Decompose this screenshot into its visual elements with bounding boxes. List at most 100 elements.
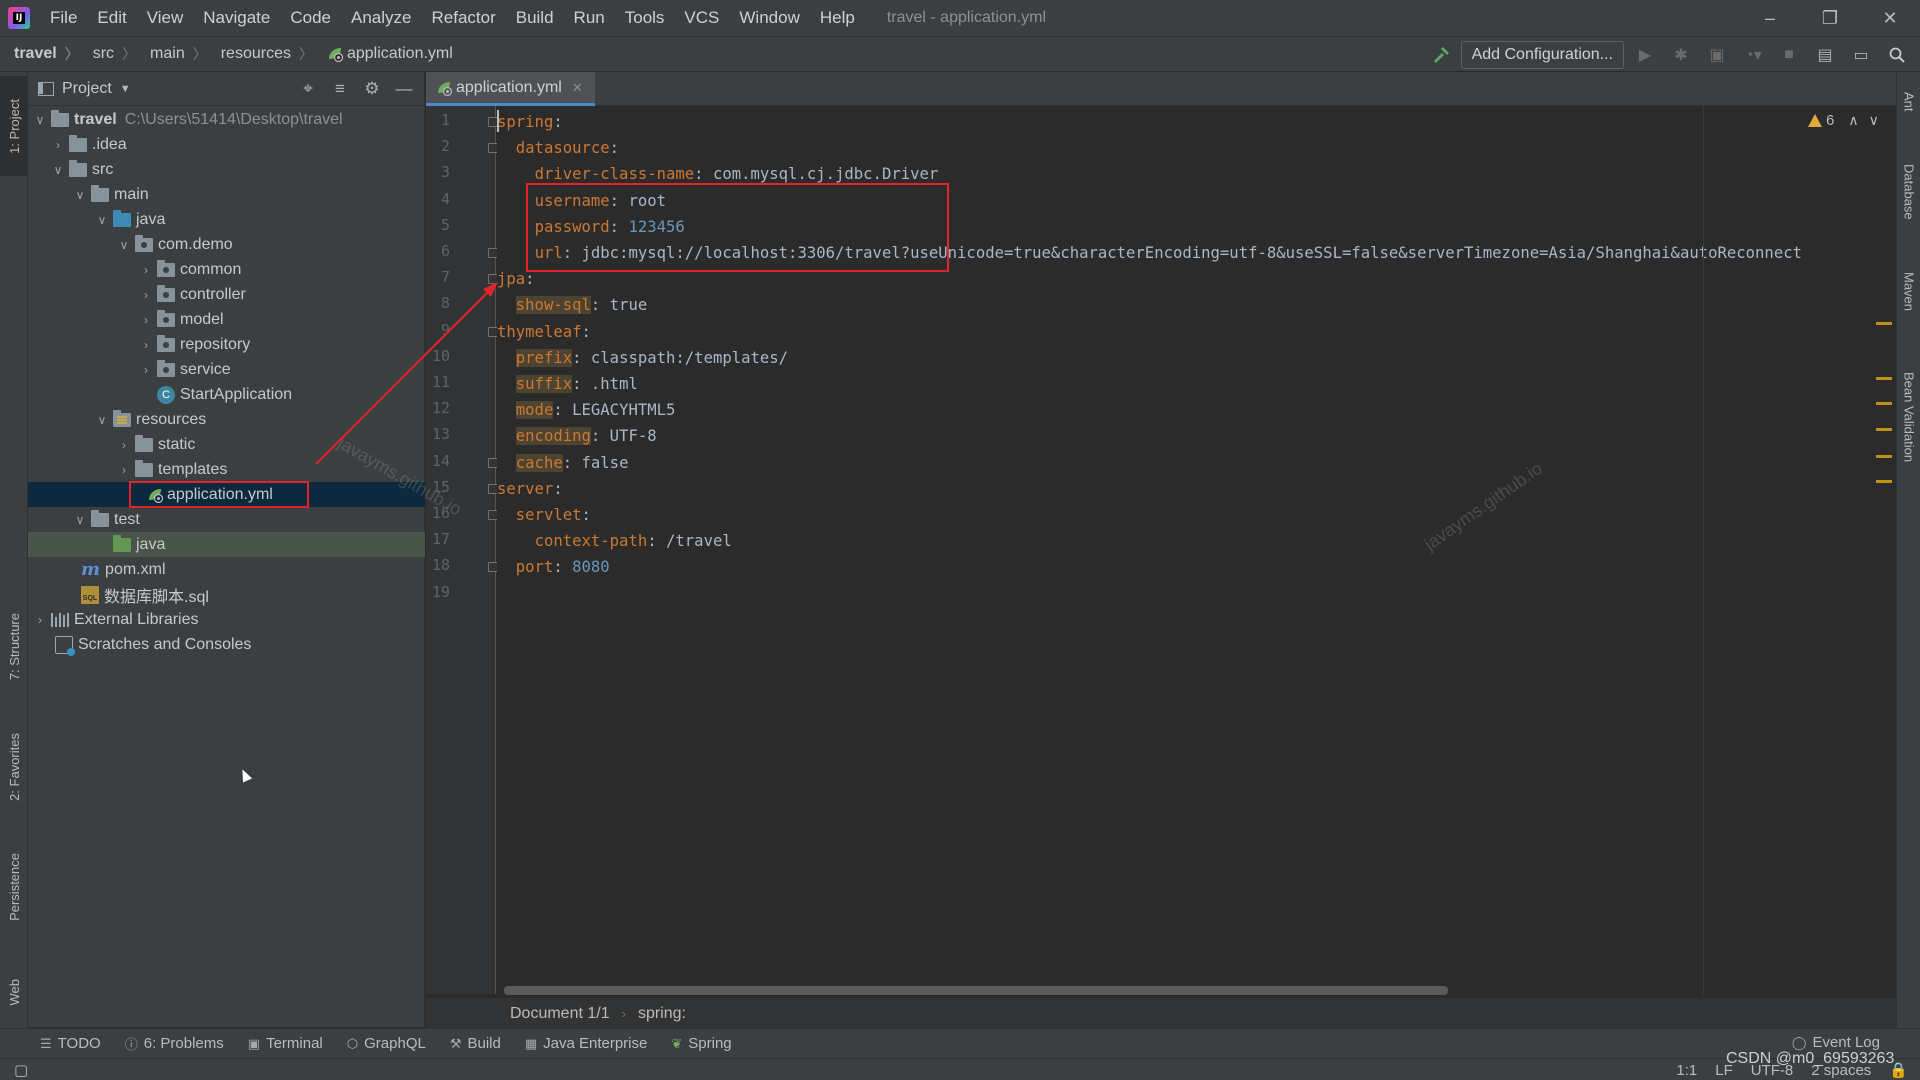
event-log-button[interactable]: ◯ Event Log [1792,1034,1880,1051]
line-number[interactable]: 13 [426,425,450,443]
restore-button[interactable]: ❐ [1800,0,1860,36]
tab-persistence[interactable]: Persistence [0,832,28,942]
code-line[interactable]: spring: [497,109,563,135]
chevron-right-icon[interactable]: › [116,438,132,452]
locate-file-icon[interactable]: ⌖ [292,72,324,106]
chevron-down-icon[interactable]: ∨ [116,238,132,252]
coverage-icon[interactable]: ▣ [1702,40,1732,70]
tool-todo[interactable]: ☰ TODO [40,1035,101,1052]
line-number[interactable]: 8 [426,294,450,312]
run-icon[interactable]: ▶ [1630,40,1660,70]
breadcrumb-travel[interactable]: travel 〉 [0,44,79,64]
tree-item-test-java[interactable]: java [28,532,425,557]
line-number[interactable]: 7 [426,268,450,286]
menu-build[interactable]: Build [506,8,564,28]
tree-item-service[interactable]: › service [28,357,425,382]
line-number[interactable]: 3 [426,163,450,181]
code-line[interactable]: context-path: /travel [497,528,732,554]
line-number[interactable]: 2 [426,137,450,155]
tool-spring[interactable]: ❦ Spring [671,1035,731,1052]
horizontal-scrollbar[interactable] [504,986,1448,995]
chevron-right-icon[interactable]: › [138,263,154,277]
tree-item-resources[interactable]: ∨ resources [28,407,425,432]
line-number[interactable]: 18 [426,556,450,574]
line-number[interactable]: 1 [426,111,450,129]
menu-help[interactable]: Help [810,8,865,28]
chevron-down-icon[interactable]: ∨ [94,213,110,227]
caret-position[interactable]: 1:1 [1676,1062,1697,1079]
error-stripe-mark[interactable] [1876,402,1892,405]
tree-item-java[interactable]: ∨ java [28,207,425,232]
close-tab-icon[interactable]: ✕ [572,80,583,96]
chevron-right-icon[interactable]: › [138,338,154,352]
tree-item-idea[interactable]: › .idea [28,132,425,157]
tool-graphql[interactable]: ⬡ GraphQL [347,1035,426,1052]
line-number[interactable]: 11 [426,373,450,391]
chevron-down-icon[interactable]: ∨ [72,188,88,202]
line-number[interactable]: 9 [426,321,450,339]
tree-item-sql-script[interactable]: SQL 数据库脚本.sql [28,582,425,607]
tree-item-start-application[interactable]: C StartApplication [28,382,425,407]
menu-tools[interactable]: Tools [615,8,675,28]
add-configuration-button[interactable]: Add Configuration... [1460,41,1624,69]
tab-database[interactable]: Database [1897,142,1920,242]
menu-analyze[interactable]: Analyze [341,8,421,28]
line-number[interactable]: 10 [426,347,450,365]
profile-icon[interactable]: ◔▾ [1738,40,1768,70]
menu-vcs[interactable]: VCS [674,8,729,28]
line-number[interactable]: 19 [426,583,450,601]
error-stripe-mark[interactable] [1876,455,1892,458]
breadcrumb-resources[interactable]: resources 〉 [207,44,313,64]
error-stripe-mark[interactable] [1876,428,1892,431]
tree-item-controller[interactable]: › controller [28,282,425,307]
menu-navigate[interactable]: Navigate [193,8,280,28]
breadcrumb-document[interactable]: Document 1/1 [510,1005,610,1023]
chevron-right-icon[interactable]: › [138,288,154,302]
tool-window-toggle-icon[interactable]: ▢ [14,1061,28,1079]
chevron-right-icon[interactable]: › [116,463,132,477]
stop-icon[interactable]: ■ [1774,40,1804,70]
gear-icon[interactable]: ⚙ [356,72,388,106]
code-line[interactable]: prefix: classpath:/templates/ [497,345,788,371]
collapse-all-icon[interactable]: ≡ [324,72,356,106]
menu-code[interactable]: Code [280,8,341,28]
tab-bean-validation[interactable]: Bean Validation [1897,352,1920,482]
search-icon[interactable] [1882,40,1912,70]
project-structure-icon[interactable]: ▤ [1810,40,1840,70]
tool-problems[interactable]: ⓘ 6: Problems [125,1034,224,1053]
code-line[interactable]: servlet: [497,502,591,528]
menu-refactor[interactable]: Refactor [421,8,505,28]
tab-application-yml[interactable]: application.yml ✕ [426,72,595,106]
tool-build[interactable]: ⚒ Build [450,1035,501,1052]
tool-java-enterprise[interactable]: ▦ Java Enterprise [525,1035,648,1052]
menu-window[interactable]: Window [729,8,809,28]
tab-structure[interactable]: 7: Structure [0,592,28,702]
chevron-down-icon[interactable]: ∨ [50,163,66,177]
error-stripe-mark[interactable] [1876,322,1892,325]
prev-next-highlight-icon[interactable]: ∧∨ [1848,112,1889,129]
tree-item-scratches[interactable]: Scratches and Consoles [28,632,425,657]
tree-item-travel[interactable]: ∨ travel C:\Users\51414\Desktop\travel [28,107,425,132]
build-hammer-icon[interactable] [1429,42,1455,68]
tree-item-main[interactable]: ∨ main [28,182,425,207]
line-number[interactable]: 6 [426,242,450,260]
chevron-down-icon[interactable]: ∨ [32,113,48,127]
tab-project[interactable]: 1: Project [0,76,28,176]
breadcrumb-application-yml[interactable]: application.yml [313,45,453,63]
chevron-down-icon[interactable]: ∨ [94,413,110,427]
tree-item-test[interactable]: ∨ test [28,507,425,532]
line-number[interactable]: 4 [426,190,450,208]
minimize-button[interactable]: – [1740,0,1800,36]
tree-item-com-demo[interactable]: ∨ com.demo [28,232,425,257]
tree-item-src[interactable]: ∨ src [28,157,425,182]
tab-maven[interactable]: Maven [1897,252,1920,332]
tool-terminal[interactable]: ▣ Terminal [248,1035,323,1052]
tree-item-model[interactable]: › model [28,307,425,332]
line-number[interactable]: 5 [426,216,450,234]
code-line[interactable]: encoding: UTF-8 [497,423,657,449]
line-number[interactable]: 12 [426,399,450,417]
inspection-widget[interactable]: 6 ∧∨ [1808,112,1889,129]
error-stripe-mark[interactable] [1876,480,1892,483]
code-line[interactable]: server: [497,476,563,502]
line-number[interactable]: 17 [426,530,450,548]
